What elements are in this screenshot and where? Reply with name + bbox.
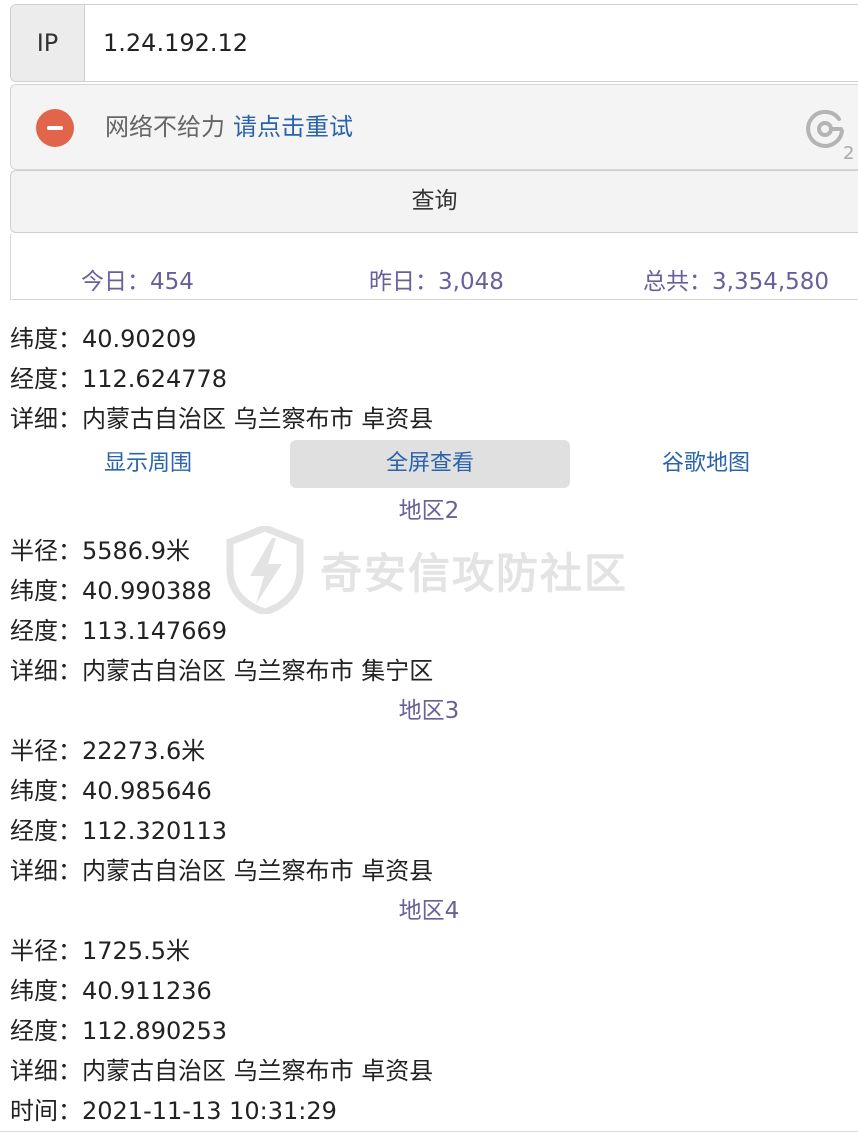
region4-latitude: 纬度：40.911236: [10, 977, 212, 1005]
stat-today: 今日：454: [81, 269, 194, 295]
query-button[interactable]: 查询: [10, 170, 858, 233]
region2-detail: 详细：内蒙古自治区 乌兰察布市 集宁区: [10, 657, 434, 685]
ip-input-group: IP: [10, 4, 858, 82]
region4-detail: 详细：内蒙古自治区 乌兰察布市 卓资县: [10, 1057, 434, 1085]
show-around-link[interactable]: 显示周围: [20, 440, 276, 488]
region3-latitude: 纬度：40.985646: [10, 777, 212, 805]
lightning-shield-icon: [226, 526, 304, 614]
refresh-count: 2: [843, 143, 855, 164]
region3-radius: 半径：22273.6米: [10, 737, 206, 765]
region2-longitude: 经度：113.147669: [10, 617, 228, 645]
region4-longitude: 经度：112.890253: [10, 1017, 228, 1045]
ip-input[interactable]: [86, 5, 858, 81]
ip-label: IP: [11, 5, 85, 81]
watermark-text: 奇安信攻防社区: [320, 548, 629, 598]
region3-detail: 详细：内蒙古自治区 乌兰察布市 卓资县: [10, 857, 434, 885]
visit-stats: 今日：454 昨日：3,048 总共：3,354,580: [10, 234, 858, 300]
stat-yesterday: 昨日：3,048: [369, 269, 504, 295]
google-map-link[interactable]: 谷歌地图: [578, 440, 834, 488]
error-text: 网络不给力 请点击重试: [105, 111, 353, 143]
map-links: 显示周围 全屏查看 谷歌地图: [0, 440, 858, 488]
region1-latitude: 纬度：40.90209: [10, 325, 197, 353]
retry-link[interactable]: 请点击重试: [233, 113, 353, 141]
error-message: 网络不给力: [105, 113, 225, 141]
region3-title: 地区3: [398, 698, 460, 724]
error-minus-icon: [36, 109, 74, 147]
refresh-icon[interactable]: [803, 107, 847, 151]
query-header: IP 网络不给力请点击重试 2 查询 今日：454 昨日：3,048 总共：3,…: [0, 0, 858, 302]
region2-title: 地区2: [398, 498, 460, 524]
region1-longitude: 经度：112.624778: [10, 365, 228, 393]
region4-title: 地区4: [398, 898, 460, 924]
region2-latitude: 纬度：40.990388: [10, 577, 212, 605]
region4-radius: 半径：1725.5米: [10, 937, 190, 965]
network-error-bar: 网络不给力 请点击重试 2: [10, 84, 858, 170]
stat-total: 总共：3,354,580: [643, 269, 830, 295]
query-time: 时间：2021-11-13 10:31:29: [10, 1097, 337, 1125]
region2-radius: 半径：5586.9米: [10, 537, 190, 565]
bottom-divider: [0, 1131, 858, 1132]
watermark: 奇安信攻防社区: [226, 525, 628, 615]
region3-longitude: 经度：112.320113: [10, 817, 228, 845]
fullscreen-button[interactable]: 全屏查看: [290, 440, 570, 488]
region1-detail: 详细：内蒙古自治区 乌兰察布市 卓资县: [10, 405, 434, 433]
